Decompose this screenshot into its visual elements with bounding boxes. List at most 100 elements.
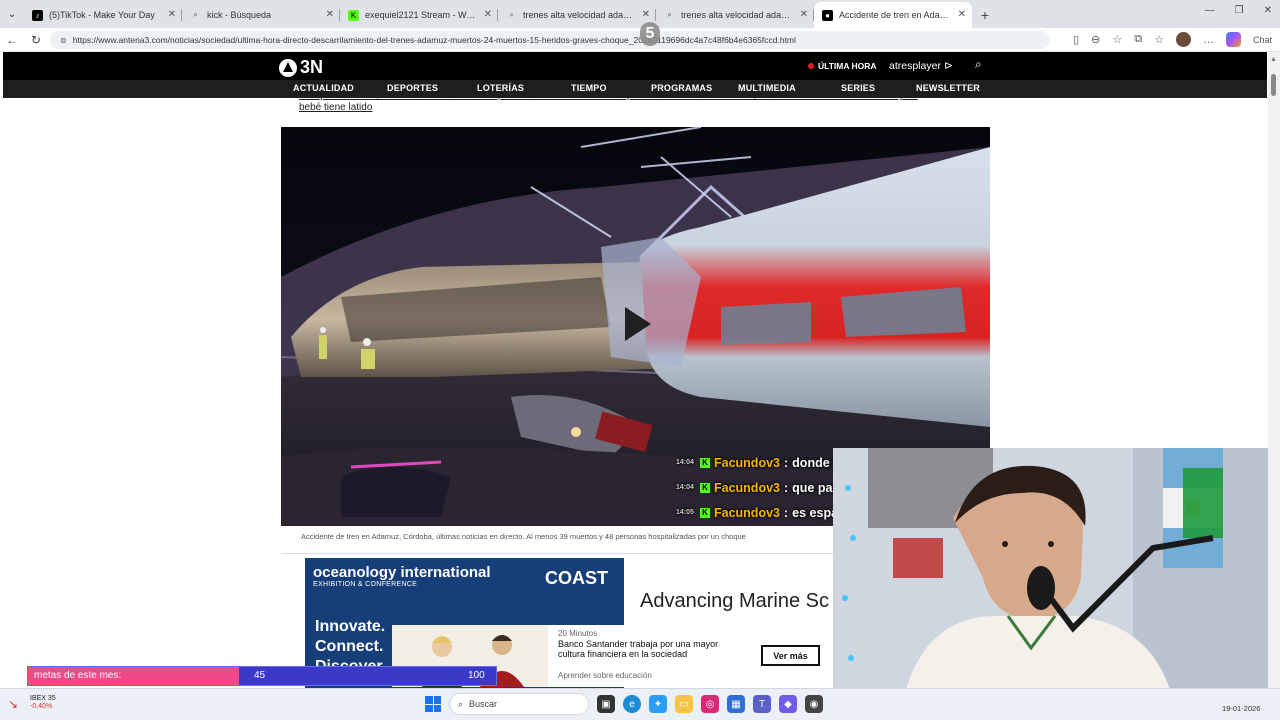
new-tab-button[interactable]: + (972, 2, 998, 28)
browser-tab-strip: ⌄ ♪ (5)TikTok - Make Your Day ✕ ⌕ kick - Bús… (0, 0, 1280, 28)
ad-coast-label: COAST (545, 568, 608, 588)
article-text-line1: La hija de Alberto, embarazada de 6 mese… (299, 94, 918, 101)
store-icon[interactable]: ▦ (727, 695, 745, 713)
stock-name: IBEX 35 (30, 695, 56, 702)
promo-title: Banco Santander trabaja por una mayor cu… (558, 639, 719, 659)
site-logo[interactable]: 3N (279, 57, 323, 78)
close-tab-icon[interactable]: ✕ (326, 9, 334, 20)
tab-title: kick - Búsqueda (207, 10, 272, 20)
ad-coast: COAST (545, 568, 608, 589)
browser-tab[interactable]: ⌕ trenes alta velocidad adamuz - Bú ✕ (498, 2, 656, 28)
video-caption: Accidente de tren en Adamuz, Córdoba, úl… (301, 532, 746, 541)
chat-label[interactable]: Chat (1253, 35, 1272, 45)
chat-time: 14:05 (676, 509, 694, 516)
site-info-icon[interactable]: ⊜ (60, 36, 67, 45)
tab-search-menu[interactable]: ⌄ (0, 0, 24, 28)
scroll-thumb[interactable] (1271, 74, 1276, 96)
webcam-image (833, 448, 1280, 700)
atresplayer-label: atresplayer (889, 59, 941, 72)
antena3-icon: ● (822, 9, 833, 21)
window-controls: — ❐ ✕ (1205, 5, 1272, 16)
scroll-up-icon[interactable]: ▲ (1270, 56, 1277, 63)
browser-tab[interactable]: ● Accidente de tren en Adamuz, Cór ✕ (814, 2, 972, 28)
maximize-icon[interactable]: ❐ (1235, 5, 1244, 16)
extensions-icon[interactable]: ⧉ (1134, 33, 1142, 46)
close-window-icon[interactable]: ✕ (1264, 5, 1272, 16)
edge-icon[interactable]: e (623, 695, 641, 713)
back-icon[interactable]: ← (0, 33, 24, 47)
copilot-taskbar-icon[interactable]: ✦ (649, 695, 667, 713)
chat-username: Facundov3 (714, 455, 780, 470)
kick-icon: K (348, 9, 359, 21)
ad-headline[interactable]: Advancing Marine Sc (640, 590, 833, 613)
browser-tab[interactable]: ⌕ trenes alta velocidad adamuz - Bú ✕ (656, 2, 814, 28)
nav-tiempo[interactable]: TIEMPO (571, 83, 607, 93)
chat-separator: : (784, 455, 789, 470)
nav-loterias[interactable]: LOTERÍAS (477, 83, 524, 93)
more-menu-icon[interactable]: … (1203, 34, 1214, 46)
streamer-webcam (833, 448, 1280, 700)
close-tab-icon[interactable]: ✕ (484, 9, 492, 20)
ultima-hora-label: ÚLTIMA HORA (818, 61, 877, 71)
reload-icon[interactable]: ↻ (24, 33, 48, 47)
browser-tab[interactable]: ♪ (5)TikTok - Make Your Day ✕ (24, 2, 182, 28)
atresplayer-link[interactable]: atresplayer ⊳ (889, 59, 954, 73)
chat-username: Facundov3 (714, 505, 780, 520)
play-icon[interactable] (625, 307, 651, 341)
tab-title: trenes alta velocidad adamuz - Bú (523, 10, 634, 20)
zoom-icon[interactable]: ⊖ (1091, 33, 1100, 46)
site-search-icon[interactable]: ⌕ (975, 57, 982, 72)
ad-line-2: Connect. (315, 638, 384, 655)
close-tab-icon[interactable]: ✕ (168, 9, 176, 20)
close-tab-icon[interactable]: ✕ (958, 9, 966, 20)
browser-tab[interactable]: ⌕ kick - Búsqueda ✕ (182, 2, 340, 28)
goal-current: 45 (254, 670, 266, 681)
ultima-hora-link[interactable]: ÚLTIMA HORA (808, 61, 877, 71)
nav-deportes[interactable]: DEPORTES (387, 83, 438, 93)
logo-text: 3N (300, 57, 324, 77)
minimize-icon[interactable]: — (1205, 5, 1215, 16)
favorite-star-icon[interactable]: ☆ (1112, 33, 1122, 46)
stock-change: -0,40% (30, 703, 53, 710)
teams-icon[interactable]: T (753, 695, 771, 713)
tab-title: (5)TikTok - Make Your Day (49, 10, 155, 20)
taskbar-search-placeholder: Buscar (469, 699, 498, 709)
nav-programas[interactable]: PROGRAMAS (651, 83, 712, 93)
task-view-icon[interactable]: ▣ (597, 695, 615, 713)
site-header: 3N ÚLTIMA HORA atresplayer ⊳ ⌕ (3, 52, 1267, 80)
chat-separator: : (784, 505, 789, 520)
windows-start-icon[interactable] (425, 696, 441, 712)
file-explorer-icon[interactable]: ▭ (675, 695, 693, 713)
play-chevron-icon: ⊳ (943, 60, 954, 72)
nav-actualidad[interactable]: ACTUALIDAD (293, 83, 354, 93)
goal-max: 100 (468, 670, 485, 681)
nav-multimedia[interactable]: MULTIMEDIA (738, 83, 796, 93)
close-tab-icon[interactable]: ✕ (800, 9, 808, 20)
address-bar[interactable]: ⊜ https://www.antena3.com/noticias/socie… (50, 31, 1050, 49)
ad-brand-name: oceanology international (313, 564, 491, 581)
nav-newsletter[interactable]: NEWSLETTER (916, 83, 980, 93)
promo-source: 20 Minutos (558, 629, 598, 638)
stock-widget[interactable]: ↘ IBEX 35 -0,40% (8, 694, 56, 711)
close-tab-icon[interactable]: ✕ (642, 9, 650, 20)
nav-series[interactable]: SERIES (841, 83, 875, 93)
search-icon: ⌕ (667, 10, 672, 19)
windows-taskbar: ↘ IBEX 35 -0,40% ⌕ Buscar ▣ e ✦ ▭ ◎ ▦ T … (0, 688, 1280, 720)
page-scrollbar[interactable]: ▲ ▼ (1268, 52, 1280, 700)
profile-avatar[interactable] (1175, 32, 1191, 47)
ad-line-1: Innovate. (315, 618, 386, 635)
app-icon[interactable]: ◆ (779, 695, 797, 713)
taskbar-apps: ⌕ Buscar ▣ e ✦ ▭ ◎ ▦ T ◆ ◉ (425, 693, 823, 715)
ver-mas-button[interactable]: Ver más (761, 645, 820, 666)
logo-icon (279, 58, 297, 77)
reader-icon[interactable]: ▯ (1073, 33, 1079, 46)
favorites-icon[interactable]: ☆ (1154, 33, 1164, 46)
chrome-icon[interactable]: ◉ (805, 695, 823, 713)
url-text: https://www.antena3.com/noticias/socieda… (72, 35, 796, 45)
instagram-icon[interactable]: ◎ (701, 695, 719, 713)
taskbar-search-input[interactable]: ⌕ Buscar (449, 693, 589, 715)
browser-tab[interactable]: Kexequiel2121 Stream - Watch Live ✕ (340, 2, 498, 28)
copilot-icon[interactable] (1225, 32, 1241, 47)
ad-brand-sub: EXHIBITION & CONFERENCE (313, 581, 418, 588)
article-link-text[interactable]: La hija de Alberto, embarazada de 6 mese… (299, 94, 989, 115)
